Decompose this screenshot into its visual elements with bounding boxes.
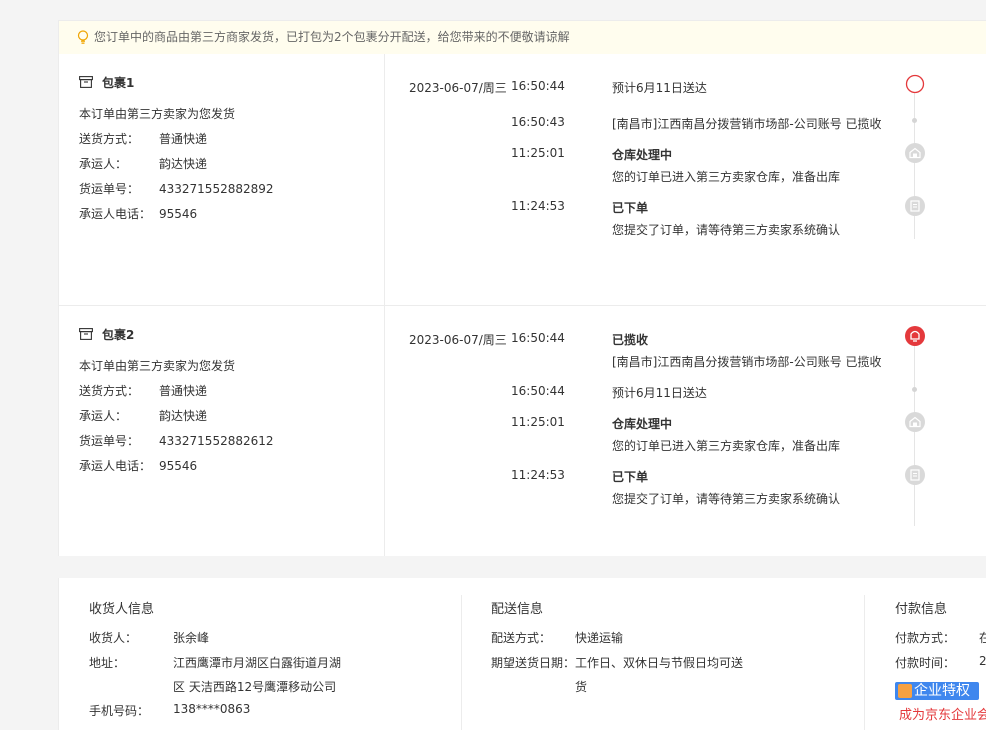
payment-heading: 付款信息 (895, 602, 948, 617)
order-placed-icon (905, 465, 925, 485)
expected-date-label: 期望送货日期： (491, 656, 576, 670)
receiver-heading: 收货人信息 (89, 602, 155, 617)
packages-card: 您订单中的商品由第三方商家发货，已打包为2个包裹分开配送，给您带来的不便敬请谅解… (58, 20, 986, 556)
tracking-number: 货运单号： 433271552882892 (79, 182, 274, 196)
package-2-timeline: 2023-06-07/周三 16:50:44 已揽收 [南昌市]江西南昌分拨营销… (384, 306, 986, 556)
event-desc: 预计6月11日送达 (612, 81, 707, 95)
package-1-details: 包裹1 本订单由第三方卖家为您发货 送货方式： 普通快递 承运人： 韵达快递 货运单… (59, 54, 385, 305)
delivery-method: 快递运输 (575, 631, 624, 645)
warehouse-icon (905, 412, 925, 432)
event-desc: 您提交了订单，请等待第三方卖家系统确认 (612, 223, 841, 237)
event-title: 已揽收 (612, 333, 649, 347)
carrier-phone: 承运人电话： 95546 (79, 207, 198, 221)
event-desc: 您的订单已进入第三方卖家仓库，准备出库 (612, 439, 841, 453)
order-info-card: 收货人信息 收货人： 张余峰 地址： 江西鹰潭市月湖区白露街道月湖 区 天洁西路… (58, 578, 986, 730)
payment-time-label: 付款时间： (895, 656, 956, 670)
package-2-details: 包裹2 本订单由第三方卖家为您发货 送货方式： 普通快递 承运人： 韵达快递 货运单… (59, 306, 385, 556)
delivery-info: 配送信息 配送方式： 快递运输 期望送货日期： 工作日、双休日与节假日均可送 货 (491, 578, 861, 730)
timeline-dot (912, 118, 917, 123)
payment-method-label: 付款方式： (895, 631, 956, 645)
enterprise-privilege-badge[interactable]: 企业特权 (895, 682, 979, 700)
seller-note: 本订单由第三方卖家为您发货 (79, 359, 236, 373)
package-box-icon (79, 328, 93, 340)
event-desc: [南昌市]江西南昌分拨营销市场部-公司账号 已揽收 (612, 117, 882, 131)
event-desc: [南昌市]江西南昌分拨营销市场部-公司账号 已揽收 (612, 355, 882, 369)
carrier: 承运人： 韵达快递 (79, 409, 208, 423)
package-title: 包裹2 (79, 326, 134, 343)
event-time: 11:25:01 (511, 415, 565, 429)
event-title: 已下单 (612, 201, 649, 215)
warehouse-icon (905, 143, 925, 163)
payment-time: 20 (979, 654, 986, 668)
receiver-name-label: 收货人： (89, 631, 138, 645)
package-box-icon (79, 76, 93, 88)
package-1-timeline: 2023-06-07/周三 16:50:44 预计6月11日送达 16:50:4… (384, 54, 986, 305)
tracking-number: 货运单号： 433271552882612 (79, 434, 274, 448)
event-time: 11:24:53 (511, 468, 565, 482)
event-time: 16:50:44 (511, 79, 565, 93)
timeline-date: 2023-06-07/周三 (409, 333, 507, 347)
event-title: 已下单 (612, 470, 649, 484)
current-status-circle-icon (905, 74, 925, 94)
event-desc: 您提交了订单，请等待第三方卖家系统确认 (612, 492, 841, 506)
carrier: 承运人： 韵达快递 (79, 157, 208, 171)
receiver-name: 张余峰 (173, 631, 210, 645)
event-title: 仓库处理中 (612, 417, 673, 431)
package-2: 包裹2 本订单由第三方卖家为您发货 送货方式： 普通快递 承运人： 韵达快递 货运单… (59, 306, 986, 556)
delivery-heading: 配送信息 (491, 602, 544, 617)
event-time: 16:50:43 (511, 115, 565, 129)
event-time: 16:50:44 (511, 331, 565, 345)
order-placed-icon (905, 196, 925, 216)
timeline-date: 2023-06-07/周三 (409, 81, 507, 95)
carrier-phone: 承运人电话： 95546 (79, 459, 198, 473)
split-shipment-notice: 您订单中的商品由第三方商家发货，已打包为2个包裹分开配送，给您带来的不便敬请谅解 (59, 21, 986, 54)
package-1: 包裹1 本订单由第三方卖家为您发货 送货方式： 普通快递 承运人： 韵达快递 货运单… (59, 54, 986, 306)
event-title: 仓库处理中 (612, 148, 673, 162)
address-line-2: 区 天洁西路12号鹰潭移动公司 (173, 680, 337, 694)
package-title: 包裹1 (79, 74, 134, 91)
phone-label: 手机号码： (89, 704, 150, 718)
event-time: 11:24:53 (511, 199, 565, 213)
address-line-1: 江西鹰潭市月湖区白露街道月湖 (173, 656, 342, 670)
divider (461, 595, 462, 730)
expected-date-line-2: 货 (575, 680, 588, 694)
event-time: 16:50:44 (511, 384, 565, 398)
expected-date-line-1: 工作日、双休日与节假日均可送 (575, 656, 744, 670)
receiver-info: 收货人信息 收货人： 张余峰 地址： 江西鹰潭市月湖区白露街道月湖 区 天洁西路… (89, 578, 469, 730)
picked-up-icon (905, 326, 925, 346)
phone-number: 138****0863 (173, 702, 251, 716)
event-desc: 您的订单已进入第三方卖家仓库，准备出库 (612, 170, 841, 184)
lightbulb-icon (77, 30, 89, 44)
divider (864, 595, 865, 730)
timeline-dot (912, 387, 917, 392)
seller-note: 本订单由第三方卖家为您发货 (79, 107, 236, 121)
gift-icon (898, 684, 912, 698)
shipping-method: 送货方式： 普通快递 (79, 384, 208, 398)
become-enterprise-member-link[interactable]: 成为京东企业会 (899, 704, 986, 723)
event-time: 11:25:01 (511, 146, 565, 160)
event-desc: 预计6月11日送达 (612, 386, 707, 400)
shipping-method: 送货方式： 普通快递 (79, 132, 208, 146)
address-label: 地址： (89, 656, 126, 670)
delivery-method-label: 配送方式： (491, 631, 552, 645)
payment-method: 在 (979, 631, 986, 645)
notice-text: 您订单中的商品由第三方商家发货，已打包为2个包裹分开配送，给您带来的不便敬请谅解 (94, 30, 570, 44)
